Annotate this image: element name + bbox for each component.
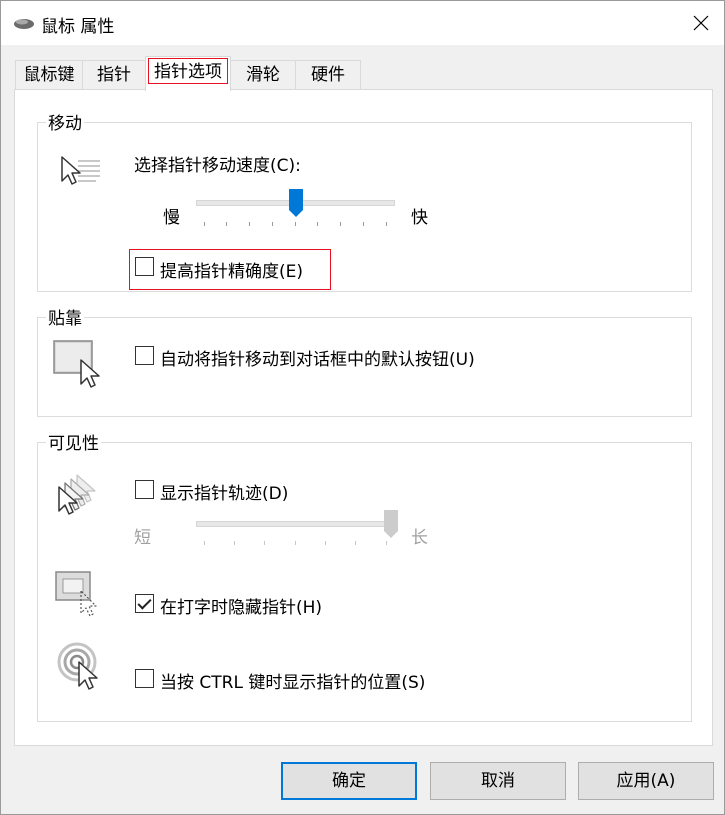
- snap-to-button-icon: [53, 340, 100, 388]
- speed-label: 选择指针移动速度(C):: [134, 156, 301, 176]
- trails-slider-track[interactable]: [196, 521, 395, 527]
- tab-buttons[interactable]: 鼠标键: [15, 60, 83, 90]
- short-label: 短: [134, 528, 151, 548]
- tab-pointer-options[interactable]: 指针选项: [145, 56, 231, 91]
- trails-slider-ticks: [196, 541, 395, 545]
- visibility-group-title: 可见性: [46, 429, 101, 454]
- pointer-trails-icon: [58, 474, 96, 515]
- trails-label[interactable]: 显示指针轨迹(D): [160, 479, 288, 504]
- trails-checkbox[interactable]: [135, 480, 154, 499]
- speed-slider-thumb[interactable]: [288, 189, 303, 217]
- motion-group-title: 移动: [46, 109, 84, 134]
- trails-slider-thumb[interactable]: [384, 510, 398, 538]
- ctrl-locate-checkbox[interactable]: [135, 669, 154, 688]
- mouse-properties-window: 鼠标 属性 鼠标键 指针 指针选项 滑轮 硬件 移动 选择指针移动速度(C): …: [0, 0, 725, 815]
- ok-button[interactable]: 确定: [281, 762, 417, 800]
- snap-group: 贴靠 自动将指针移动到对话框中的默认按钮(U): [37, 304, 692, 417]
- motion-group: 移动 选择指针移动速度(C): 慢 快 提高指针精确度(E): [37, 109, 692, 292]
- tab-hardware[interactable]: 硬件: [295, 60, 361, 90]
- snap-group-title: 贴靠: [46, 304, 84, 329]
- pointer-options-panel: 移动 选择指针移动速度(C): 慢 快 提高指针精确度(E) 贴靠 自动将指针移…: [14, 89, 713, 746]
- window-title: 鼠标 属性: [41, 17, 115, 37]
- close-button[interactable]: [678, 1, 724, 45]
- fast-label: 快: [411, 208, 428, 228]
- close-icon: [693, 15, 709, 31]
- mouse-icon: [14, 19, 34, 29]
- apply-button[interactable]: 应用(A): [578, 762, 714, 800]
- cancel-button[interactable]: 取消: [430, 762, 566, 800]
- tab-wheel[interactable]: 滑轮: [230, 60, 296, 90]
- long-label: 长: [411, 528, 428, 548]
- title-bar[interactable]: 鼠标 属性: [1, 1, 724, 45]
- snap-checkbox[interactable]: [135, 346, 154, 365]
- ctrl-locate-label[interactable]: 当按 CTRL 键时显示指针的位置(S): [160, 668, 425, 693]
- speed-slider-ticks: [196, 222, 395, 226]
- ctrl-locate-pointer-icon: [57, 642, 98, 690]
- slow-label: 慢: [163, 208, 180, 228]
- precision-label[interactable]: 提高指针精确度(E): [160, 257, 303, 282]
- precision-checkbox[interactable]: [135, 257, 154, 276]
- hide-while-typing-label[interactable]: 在打字时隐藏指针(H): [160, 593, 322, 618]
- pointer-speed-icon: [61, 156, 100, 185]
- visibility-group: 可见性 显示指针轨迹(D) 短 长 在打字时隐藏指针(H) 当按 CTRL 键时…: [37, 429, 692, 722]
- tab-pointers[interactable]: 指针: [82, 60, 146, 90]
- hide-while-typing-checkbox[interactable]: [135, 594, 154, 613]
- snap-label[interactable]: 自动将指针移动到对话框中的默认按钮(U): [160, 345, 475, 370]
- hide-while-typing-icon: [55, 571, 97, 617]
